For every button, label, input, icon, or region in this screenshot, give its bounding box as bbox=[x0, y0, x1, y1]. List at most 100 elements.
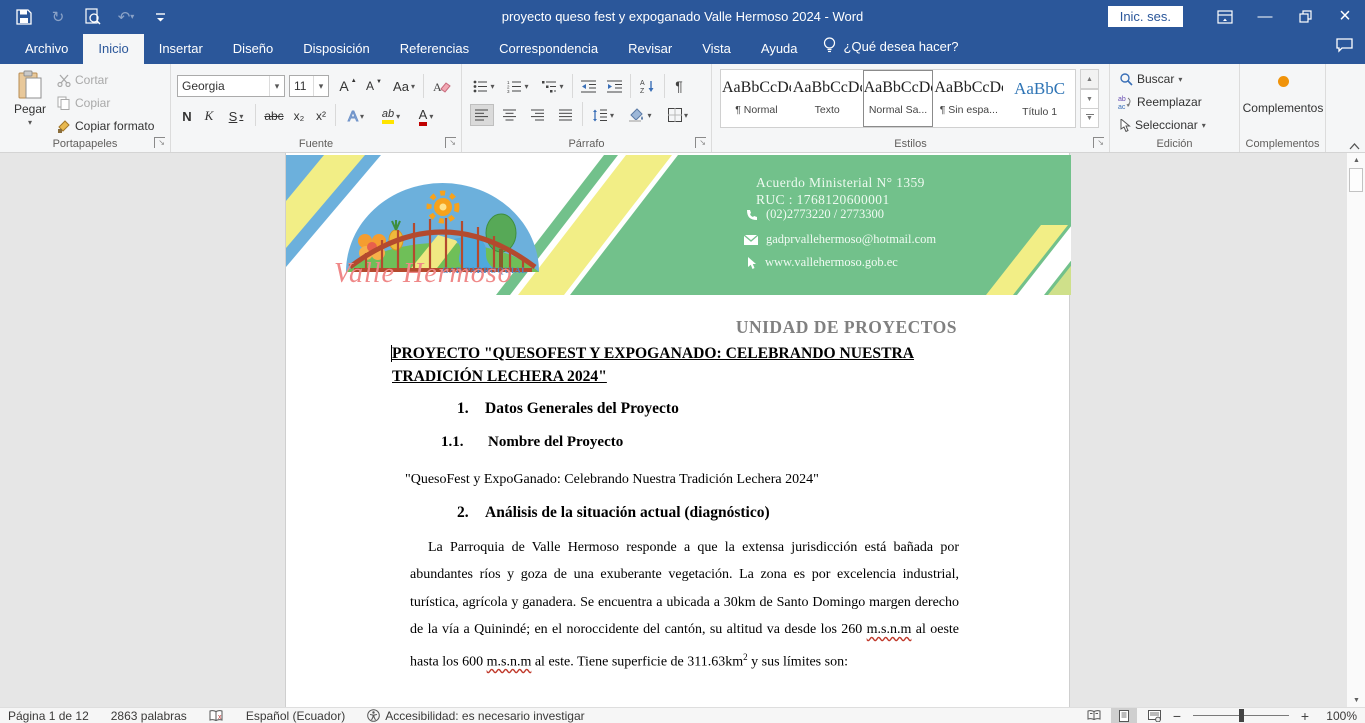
superscript-button[interactable]: x² bbox=[311, 105, 331, 127]
style-normal-sa-selected[interactable]: AaBbCcDc Normal Sa... bbox=[863, 70, 934, 127]
increase-indent-button[interactable] bbox=[604, 75, 626, 97]
strikethrough-button[interactable]: abc bbox=[261, 105, 287, 127]
minimize-button[interactable]: — bbox=[1245, 0, 1285, 33]
font-size-dropdown-icon[interactable]: ▾ bbox=[313, 76, 328, 96]
font-name-dropdown-icon[interactable]: ▾ bbox=[269, 76, 284, 96]
styles-scroll-up-icon[interactable]: ▲ bbox=[1080, 69, 1099, 89]
print-preview-icon[interactable] bbox=[82, 7, 102, 27]
zoom-slider-thumb[interactable] bbox=[1239, 709, 1244, 722]
tab-referencias[interactable]: Referencias bbox=[385, 34, 484, 64]
tab-disposicion[interactable]: Disposición bbox=[288, 34, 384, 64]
text-effects-button[interactable]: A▾ bbox=[341, 105, 371, 127]
styles-dialog-launcher-icon[interactable]: ↘ bbox=[1093, 137, 1104, 148]
restore-button[interactable] bbox=[1285, 0, 1325, 33]
show-marks-button[interactable]: ¶ bbox=[670, 75, 688, 97]
shrink-font-button[interactable]: A▼ bbox=[363, 75, 385, 97]
proofing-status-icon[interactable]: x bbox=[209, 710, 224, 722]
italic-button[interactable]: K bbox=[201, 105, 217, 127]
print-layout-button[interactable] bbox=[1111, 708, 1137, 723]
multilevel-list-button[interactable]: ▾ bbox=[538, 75, 568, 97]
tab-ayuda[interactable]: Ayuda bbox=[746, 34, 813, 64]
tell-me-box[interactable]: ¿Qué desea hacer? bbox=[813, 30, 969, 64]
bullets-button[interactable]: ▾ bbox=[470, 75, 498, 97]
paste-dropdown-icon[interactable]: ▾ bbox=[28, 118, 32, 127]
paragraph-dialog-launcher-icon[interactable]: ↘ bbox=[695, 137, 706, 148]
language-indicator[interactable]: Español (Ecuador) bbox=[246, 709, 345, 723]
align-center-button[interactable] bbox=[498, 104, 522, 126]
borders-button[interactable]: ▾ bbox=[662, 104, 694, 126]
justify-button[interactable] bbox=[554, 104, 578, 126]
style-texto[interactable]: AaBbCcDc Texto bbox=[792, 70, 863, 127]
bold-button[interactable]: N bbox=[179, 105, 195, 127]
collapse-ribbon-icon[interactable] bbox=[1347, 140, 1361, 152]
font-color-button[interactable]: A▾ bbox=[411, 105, 441, 127]
comments-icon[interactable] bbox=[1336, 38, 1353, 58]
zoom-out-button[interactable]: − bbox=[1171, 708, 1183, 723]
zoom-in-button[interactable]: + bbox=[1299, 708, 1311, 723]
change-case-button[interactable]: Aa▾ bbox=[389, 75, 419, 97]
style-sin-espaciado[interactable]: AaBbCcDc ¶ Sin espa... bbox=[933, 70, 1004, 127]
zoom-level[interactable]: 100% bbox=[1319, 709, 1357, 723]
align-left-button[interactable] bbox=[470, 104, 494, 126]
shading-button[interactable]: ▾ bbox=[624, 104, 656, 126]
underline-button[interactable]: S▾ bbox=[223, 105, 249, 127]
save-icon[interactable] bbox=[14, 7, 34, 27]
tab-diseno[interactable]: Diseño bbox=[218, 34, 288, 64]
sign-in-button[interactable]: Inic. ses. bbox=[1108, 6, 1183, 27]
accessibility-status[interactable]: Accesibilidad: es necesario investigar bbox=[367, 709, 584, 723]
scroll-down-icon[interactable]: ▼ bbox=[1347, 693, 1365, 707]
paste-button[interactable]: Pegar ▾ bbox=[10, 70, 50, 127]
scrollbar-thumb[interactable] bbox=[1349, 168, 1363, 192]
find-dropdown-icon[interactable]: ▾ bbox=[1178, 75, 1182, 84]
tab-inicio[interactable]: Inicio bbox=[83, 34, 143, 64]
find-button[interactable]: Buscar▾ bbox=[1120, 72, 1182, 86]
tab-insertar[interactable]: Insertar bbox=[144, 34, 218, 64]
undo-icon[interactable]: ↶▾ bbox=[116, 7, 136, 27]
decrease-indent-button[interactable] bbox=[578, 75, 600, 97]
page-indicator[interactable]: Página 1 de 12 bbox=[8, 709, 89, 723]
tab-vista[interactable]: Vista bbox=[687, 34, 746, 64]
scroll-up-icon[interactable]: ▲ bbox=[1347, 153, 1365, 167]
align-right-button[interactable] bbox=[526, 104, 550, 126]
numbering-button[interactable]: 123 ▾ bbox=[504, 75, 532, 97]
line-spacing-button[interactable]: ▾ bbox=[588, 104, 618, 126]
styles-scroll-down-icon[interactable]: ▼ bbox=[1080, 89, 1099, 109]
styles-gallery-expand-icon[interactable]: ▼ bbox=[1080, 109, 1099, 128]
font-size-combo[interactable]: 11▾ bbox=[289, 75, 329, 97]
read-mode-button[interactable] bbox=[1081, 708, 1107, 723]
tab-archivo[interactable]: Archivo bbox=[10, 34, 83, 64]
ribbon-display-options-icon[interactable] bbox=[1205, 0, 1245, 33]
copy-button[interactable]: Copiar bbox=[57, 96, 110, 110]
font-name-combo[interactable]: Georgia▾ bbox=[177, 75, 285, 97]
clipboard-dialog-launcher-icon[interactable]: ↘ bbox=[154, 137, 165, 148]
font-dialog-launcher-icon[interactable]: ↘ bbox=[445, 137, 456, 148]
grow-font-button[interactable]: A▲ bbox=[337, 75, 359, 97]
format-painter-button[interactable]: Copiar formato bbox=[57, 119, 154, 133]
document-page[interactable]: GAD PARROQUIAL Valle Hermoso Acuerdo Min… bbox=[285, 153, 1070, 707]
redo-icon[interactable]: ↻ bbox=[48, 7, 68, 27]
undo-dropdown-icon[interactable]: ▾ bbox=[130, 12, 134, 21]
underline-dropdown-icon[interactable]: ▾ bbox=[239, 112, 243, 121]
web-layout-button[interactable] bbox=[1141, 708, 1167, 723]
font-color-dropdown-icon[interactable]: ▾ bbox=[429, 112, 433, 121]
highlight-button[interactable]: ab▾ bbox=[375, 105, 407, 127]
addins-button[interactable]: Complementos bbox=[1240, 76, 1326, 115]
highlight-dropdown-icon[interactable]: ▾ bbox=[396, 112, 400, 121]
subscript-button[interactable]: x₂ bbox=[289, 105, 309, 127]
zoom-slider[interactable] bbox=[1193, 715, 1289, 716]
cut-button[interactable]: Cortar bbox=[57, 73, 108, 87]
replace-button[interactable]: abac Reemplazar bbox=[1118, 95, 1202, 109]
clear-formatting-button[interactable]: A bbox=[429, 75, 455, 97]
tab-revisar[interactable]: Revisar bbox=[613, 34, 687, 64]
customize-qat-icon[interactable] bbox=[150, 7, 170, 27]
word-count[interactable]: 2863 palabras bbox=[111, 709, 187, 723]
vertical-scrollbar[interactable]: ▲ ▼ bbox=[1346, 153, 1365, 707]
text-effects-dropdown-icon[interactable]: ▾ bbox=[360, 112, 364, 121]
style-normal[interactable]: AaBbCcDc ¶ Normal bbox=[721, 70, 792, 127]
tab-correspondencia[interactable]: Correspondencia bbox=[484, 34, 613, 64]
close-button[interactable]: × bbox=[1325, 0, 1365, 33]
select-dropdown-icon[interactable]: ▾ bbox=[1202, 121, 1206, 130]
sort-button[interactable]: AZ bbox=[636, 75, 660, 97]
style-titulo-1[interactable]: AaBbC Título 1 bbox=[1004, 70, 1075, 127]
select-button[interactable]: Seleccionar▾ bbox=[1120, 118, 1206, 132]
